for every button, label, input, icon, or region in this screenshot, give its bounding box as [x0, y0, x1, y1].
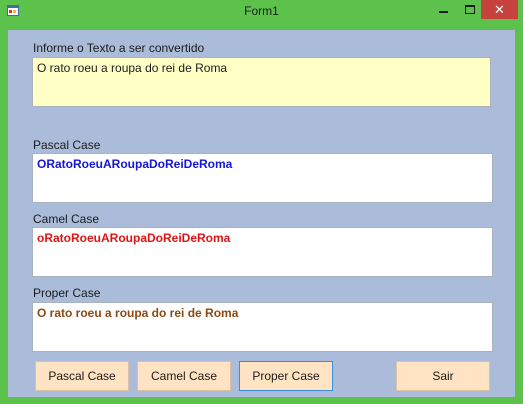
input-label: Informe o Texto a ser convertido [33, 41, 205, 55]
pascal-case-value: ORatoRoeuARoupaDoReiDeRoma [37, 157, 233, 171]
pascal-case-label: Pascal Case [33, 138, 101, 152]
minimize-icon [439, 11, 448, 13]
camel-case-output[interactable]: oRatoRoeuARoupaDoReiDeRoma [32, 227, 493, 277]
proper-case-output[interactable]: O rato roeu a roupa do rei de Roma [32, 302, 493, 352]
input-text-field[interactable]: O rato roeu a roupa do rei de Roma [32, 57, 491, 107]
input-text-value: O rato roeu a roupa do rei de Roma [37, 61, 228, 75]
close-icon: ✕ [494, 2, 505, 17]
proper-case-value: O rato roeu a roupa do rei de Roma [37, 306, 239, 320]
maximize-icon [465, 5, 475, 14]
camel-case-label: Camel Case [33, 212, 100, 226]
pascal-case-button[interactable]: Pascal Case [35, 361, 129, 391]
camel-case-button[interactable]: Camel Case [137, 361, 231, 391]
pascal-case-output[interactable]: ORatoRoeuARoupaDoReiDeRoma [32, 153, 493, 203]
exit-button[interactable]: Sair [396, 361, 490, 391]
camel-case-value: oRatoRoeuARoupaDoReiDeRoma [37, 231, 231, 245]
maximize-button[interactable] [457, 0, 483, 20]
minimize-button[interactable] [431, 0, 457, 20]
close-button[interactable]: ✕ [481, 0, 518, 19]
proper-case-label: Proper Case [33, 286, 101, 300]
form-client-area: Informe o Texto a ser convertido O rato … [8, 30, 515, 397]
proper-case-button[interactable]: Proper Case [239, 361, 333, 391]
app-window: Form1 ✕ Informe o Texto a ser convertido… [0, 0, 523, 404]
title-bar[interactable]: Form1 ✕ [0, 0, 523, 22]
